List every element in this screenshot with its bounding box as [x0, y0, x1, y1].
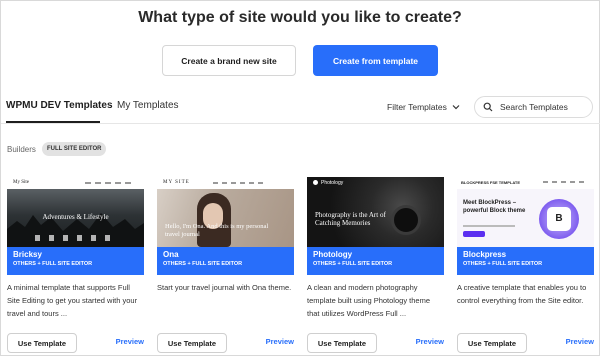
- template-tags: OTHERS + FULL SITE EDITOR: [13, 261, 93, 267]
- tab-wpmu-dev-templates[interactable]: WPMU DEV Templates: [6, 100, 113, 111]
- thumbnail-tagline: Photography is the Art of Catching Memor…: [315, 211, 386, 227]
- template-thumbnail[interactable]: BLOCKPRESS FSE TEMPLATE Meet BlockPress …: [457, 177, 594, 247]
- template-description: A creative template that enables you to …: [457, 283, 587, 305]
- template-thumbnail[interactable]: Photology Photography is the Art of Catc…: [307, 177, 444, 247]
- preview-link[interactable]: Preview: [566, 337, 594, 346]
- thumbnail-tagline: Meet BlockPress – powerful Block theme: [463, 200, 526, 214]
- tab-my-templates[interactable]: My Templates: [117, 100, 179, 111]
- template-name: Bricksy: [13, 250, 42, 259]
- template-info-band: Ona OTHERS + FULL SITE EDITOR: [157, 247, 294, 275]
- thumbnail-site-name: MY SITE: [163, 180, 190, 185]
- use-template-button[interactable]: Use Template: [157, 333, 227, 353]
- template-description: A clean and modern photography template …: [307, 283, 430, 318]
- template-card-blockpress: BLOCKPRESS FSE TEMPLATE Meet BlockPress …: [457, 177, 594, 356]
- use-template-button[interactable]: Use Template: [7, 333, 77, 353]
- template-description: A minimal template that supports Full Si…: [7, 283, 138, 318]
- template-info-band: Bricksy OTHERS + FULL SITE EDITOR: [7, 247, 144, 275]
- tabs-divider: [1, 123, 600, 124]
- template-thumbnail[interactable]: MY SITE Hello, I'm Ona. And this is my p…: [157, 177, 294, 247]
- template-name: Blockpress: [463, 250, 507, 259]
- create-from-template-button[interactable]: Create from template: [313, 45, 438, 76]
- use-template-button[interactable]: Use Template: [457, 333, 527, 353]
- template-tags: OTHERS + FULL SITE EDITOR: [313, 261, 393, 267]
- blockpress-logo-badge: B: [547, 207, 571, 231]
- template-card-ona: MY SITE Hello, I'm Ona. And this is my p…: [157, 177, 294, 356]
- template-card-photology: Photology Photography is the Art of Catc…: [307, 177, 444, 356]
- full-site-editor-chip[interactable]: Full Site Editor: [42, 142, 107, 156]
- chevron-down-icon: [452, 105, 460, 110]
- create-new-site-button[interactable]: Create a brand new site: [162, 45, 296, 76]
- site-creation-panel: What type of site would you like to crea…: [0, 0, 600, 356]
- page-title: What type of site would you like to crea…: [138, 9, 462, 26]
- use-template-button[interactable]: Use Template: [307, 333, 377, 353]
- search-icon: [483, 102, 493, 112]
- builders-label: Builders: [7, 145, 36, 154]
- template-description: Start your travel journal with Ona theme…: [157, 283, 292, 292]
- template-name: Photology: [313, 250, 353, 259]
- filter-templates-dropdown[interactable]: Filter Templates: [387, 102, 460, 112]
- preview-link[interactable]: Preview: [416, 337, 444, 346]
- template-info-band: Blockpress OTHERS + FULL SITE EDITOR: [457, 247, 594, 275]
- search-input[interactable]: [500, 102, 580, 112]
- preview-link[interactable]: Preview: [116, 337, 144, 346]
- thumbnail-tagline: Adventures & Lifestyle: [42, 213, 109, 221]
- template-name: Ona: [163, 250, 179, 259]
- thumbnail-site-name: BLOCKPRESS FSE TEMPLATE: [461, 180, 521, 185]
- preview-link[interactable]: Preview: [266, 337, 294, 346]
- template-tags: OTHERS + FULL SITE EDITOR: [163, 261, 243, 267]
- template-info-band: Photology OTHERS + FULL SITE EDITOR: [307, 247, 444, 275]
- search-box[interactable]: [474, 96, 593, 118]
- template-card-bricksy: My Site Adventures & Lifestyle Bricksy O…: [7, 177, 144, 356]
- thumbnail-site-name: Photology: [321, 180, 344, 186]
- template-tags: OTHERS + FULL SITE EDITOR: [463, 261, 543, 267]
- thumbnail-tagline: Hello, I'm Ona. And this is my personal …: [165, 223, 269, 238]
- filter-templates-label: Filter Templates: [387, 102, 447, 112]
- thumbnail-site-name: My Site: [13, 180, 29, 185]
- template-thumbnail[interactable]: My Site Adventures & Lifestyle: [7, 177, 144, 247]
